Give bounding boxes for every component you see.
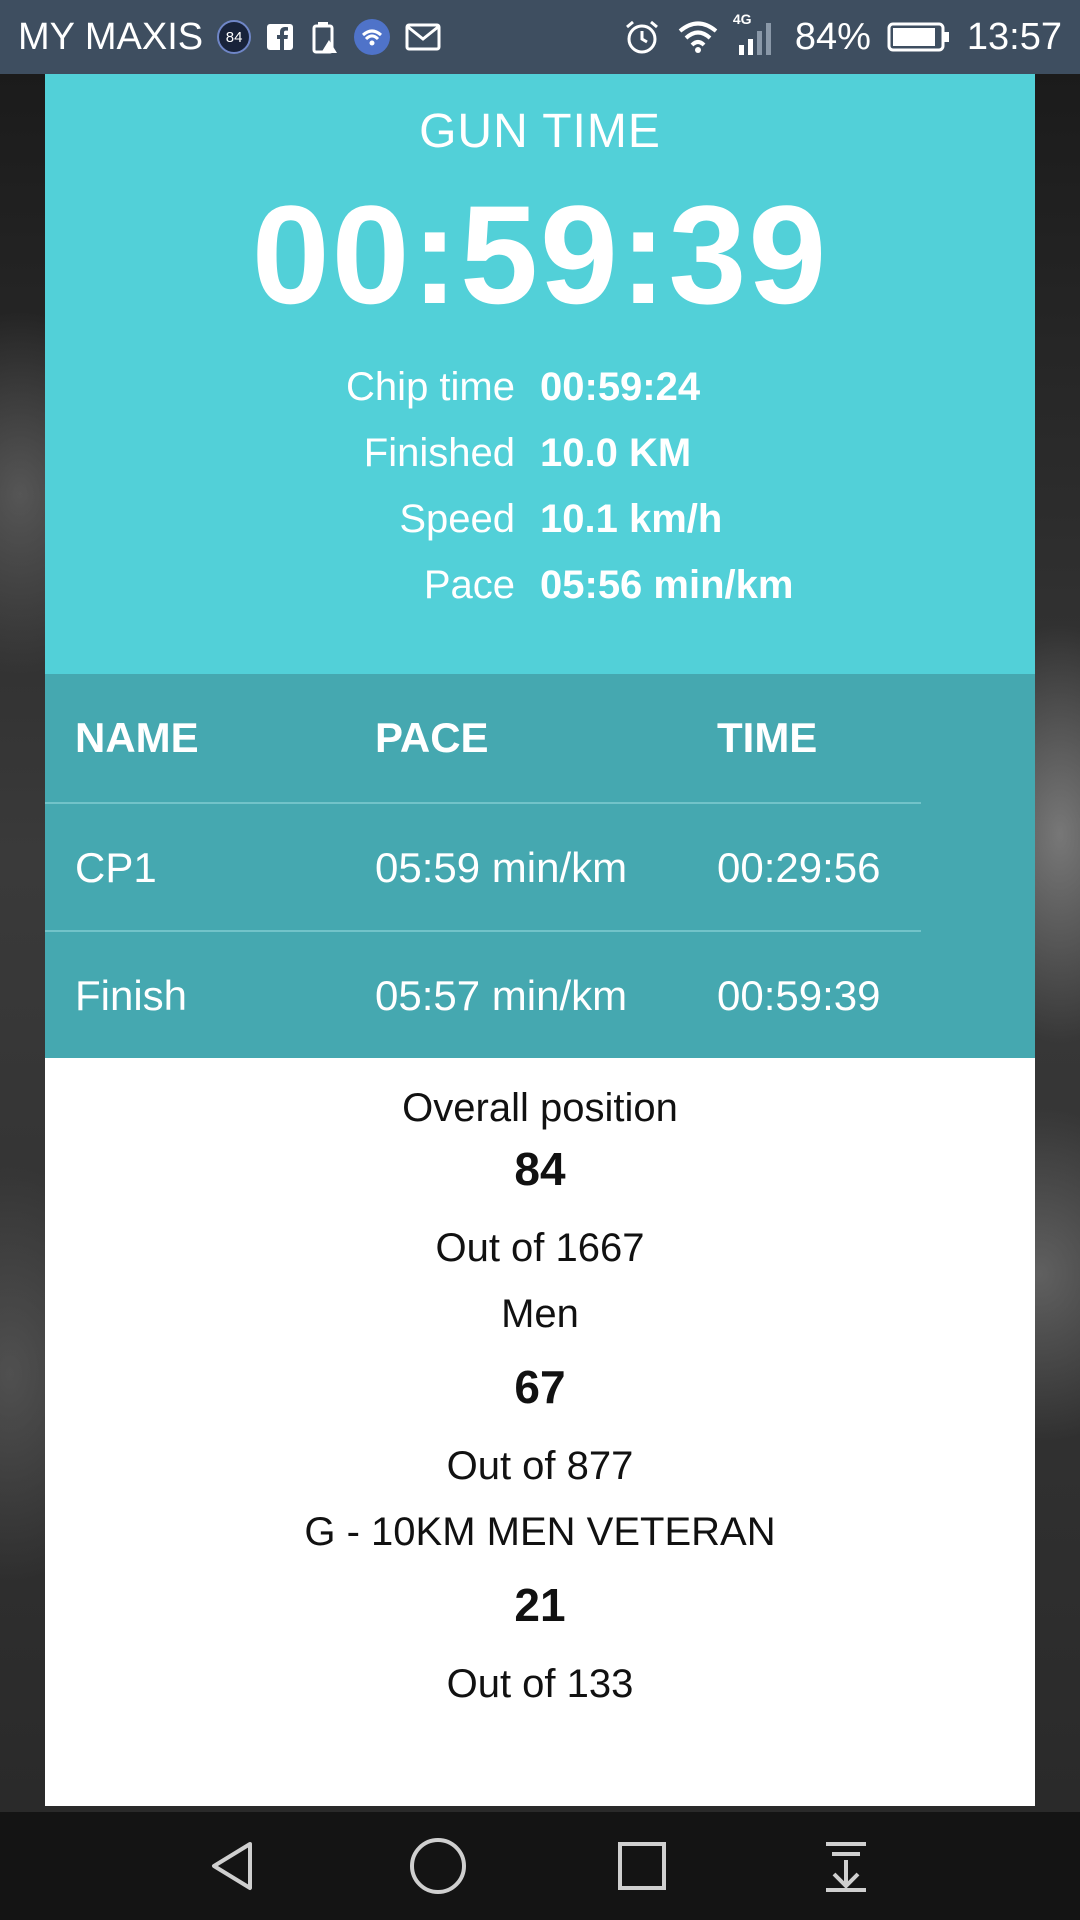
stat-label: Finished: [363, 430, 515, 475]
split-pace: 05:57 min/km: [375, 972, 628, 1019]
battery-percent: 84%: [794, 15, 871, 58]
notification-badge-icon: 84: [217, 20, 252, 54]
stat-row-finished: Finished 10.0 KM: [45, 420, 1035, 486]
split-time: 00:29:56: [717, 844, 881, 891]
ranking-position-category: 21: [514, 1579, 566, 1631]
split-time: 00:59:39: [717, 972, 881, 1019]
clock: 13:57: [966, 15, 1062, 58]
stat-row-speed: Speed 10.1 km/h: [45, 486, 1035, 552]
gun-time-label: GUN TIME: [419, 105, 661, 158]
stat-value: 05:56 min/km: [540, 562, 794, 607]
cell-signal-icon: 4G: [733, 11, 779, 57]
ranking-out-of-men: Out of 877: [446, 1444, 634, 1488]
column-header-pace: PACE: [375, 714, 489, 761]
network-type-label: 4G: [732, 11, 752, 27]
ranking-position-overall: 84: [514, 1143, 566, 1195]
split-name: CP1: [75, 844, 157, 891]
carrier-name: MY MAXIS: [18, 15, 204, 58]
stat-label: Chip time: [346, 364, 515, 409]
gun-time-value: 00:59:39: [251, 176, 829, 333]
table-header-row: NAME PACE TIME: [45, 674, 921, 802]
back-icon[interactable]: [202, 1834, 266, 1898]
ranking-out-of-category: Out of 133: [446, 1662, 634, 1706]
result-card: GUN TIME 00:59:39 Chip time 00:59:24 Fin…: [45, 74, 1035, 1806]
splits-table: NAME PACE TIME CP1 05:59 min/km 00:29:56…: [45, 674, 1035, 1058]
stat-value: 10.1 km/h: [540, 496, 723, 541]
stat-row-chip-time: Chip time 00:59:24: [45, 354, 1035, 420]
column-header-name: NAME: [75, 714, 199, 761]
stat-label: Pace: [423, 562, 515, 607]
stats-list: Chip time 00:59:24 Finished 10.0 KM Spee…: [45, 354, 1035, 618]
home-icon[interactable]: [406, 1834, 470, 1898]
stat-value: 10.0 KM: [540, 430, 692, 475]
split-pace: 05:59 min/km: [375, 844, 628, 891]
battery-warning-icon: [309, 20, 339, 54]
ranking-label-category: G - 10KM MEN VETERAN: [304, 1510, 776, 1554]
wifi-icon: [677, 20, 719, 54]
wifi-hotspot-icon: [353, 18, 391, 56]
ranking-out-of-overall: Out of 1667: [435, 1226, 645, 1270]
table-row: Finish 05:57 min/km 00:59:39: [45, 930, 921, 1060]
stat-label: Speed: [399, 496, 515, 541]
ranking-label-men: Men: [501, 1292, 579, 1336]
stat-row-pace: Pace 05:56 min/km: [45, 552, 1035, 618]
table-row: CP1 05:59 min/km 00:29:56: [45, 802, 921, 932]
ranking-position-men: 67: [514, 1361, 566, 1413]
status-bar: MY MAXIS 84 4G 84% 13:57: [0, 0, 1080, 74]
stat-value: 00:59:24: [540, 364, 701, 409]
gun-time-panel: GUN TIME 00:59:39 Chip time 00:59:24 Fin…: [45, 74, 1035, 674]
split-name: Finish: [75, 972, 188, 1019]
battery-icon: [887, 21, 951, 53]
system-nav-bar: [0, 1812, 1080, 1920]
alarm-icon: [623, 18, 661, 56]
notification-pull-icon[interactable]: [814, 1834, 878, 1898]
column-header-time: TIME: [717, 714, 818, 761]
ranking-label-overall: Overall position: [402, 1086, 678, 1130]
mail-icon: [405, 22, 441, 52]
facebook-icon: [265, 22, 295, 52]
recents-icon[interactable]: [610, 1834, 674, 1898]
